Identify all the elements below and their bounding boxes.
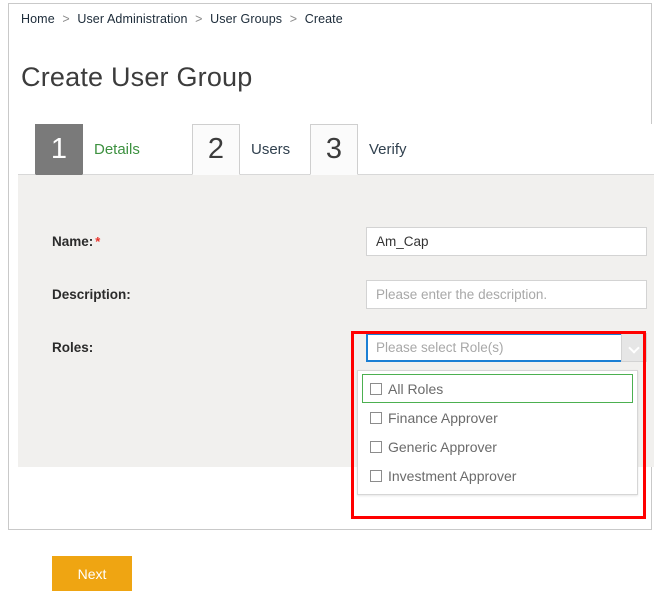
page-frame: Home > User Administration > User Groups… [8, 3, 652, 530]
roles-option-generic-approver[interactable]: Generic Approver [362, 432, 633, 461]
breadcrumb-separator: > [290, 12, 297, 26]
roles-option-label: Finance Approver [388, 411, 498, 425]
wizard-step-users[interactable]: 2 Users [192, 124, 290, 174]
breadcrumb-separator: > [195, 12, 202, 26]
chevron-down-icon [630, 343, 639, 352]
required-asterisk-icon: * [95, 234, 100, 249]
form-row-description: Description: [18, 280, 654, 310]
step-number-1: 1 [35, 124, 83, 174]
breadcrumb-item-user-administration[interactable]: User Administration [77, 12, 187, 26]
name-input[interactable] [366, 227, 647, 256]
page-title: Create User Group [21, 64, 253, 91]
form-row-roles: Roles: Please select Role(s) [18, 333, 654, 363]
wizard-step-label-verify: Verify [369, 142, 407, 157]
step-number-3: 3 [310, 124, 358, 174]
roles-option-label: All Roles [388, 382, 443, 396]
roles-option-label: Investment Approver [388, 469, 516, 483]
checkbox-unchecked-icon[interactable] [370, 412, 382, 424]
breadcrumb-item-create[interactable]: Create [305, 12, 343, 26]
step-number-2: 2 [192, 124, 240, 174]
roles-option-finance-approver[interactable]: Finance Approver [362, 403, 633, 432]
step-marker-3: 3 [310, 124, 358, 174]
roles-option-all-roles[interactable]: All Roles [362, 374, 633, 403]
roles-option-label: Generic Approver [388, 440, 497, 454]
step-marker-1: 1 [35, 124, 83, 174]
form-row-name: Name:* [18, 227, 654, 257]
wizard-step-details[interactable]: 1 Details [35, 124, 140, 174]
wizard-steps: 1 Details 2 Users 3 Verify [18, 124, 654, 175]
roles-input-placeholder[interactable]: Please select Role(s) [366, 333, 621, 362]
breadcrumb-item-user-groups[interactable]: User Groups [210, 12, 282, 26]
breadcrumb: Home > User Administration > User Groups… [21, 12, 343, 26]
roles-dropdown-list[interactable]: All Roles Finance Approver Generic Appro… [357, 370, 638, 495]
breadcrumb-item-home[interactable]: Home [21, 12, 55, 26]
roles-label: Roles: [52, 333, 93, 363]
checkbox-unchecked-icon[interactable] [370, 383, 382, 395]
wizard-step-label-users: Users [251, 142, 290, 157]
name-label-text: Name: [52, 234, 93, 249]
next-button[interactable]: Next [52, 556, 132, 591]
roles-dropdown-toggle[interactable] [621, 333, 647, 362]
roles-combobox[interactable]: Please select Role(s) [366, 333, 647, 362]
breadcrumb-separator: > [62, 12, 69, 26]
name-label: Name:* [52, 227, 100, 257]
wizard-step-label-details: Details [94, 142, 140, 157]
description-label: Description: [52, 280, 131, 310]
step-marker-2: 2 [192, 124, 240, 174]
description-input[interactable] [366, 280, 647, 309]
checkbox-unchecked-icon[interactable] [370, 441, 382, 453]
roles-option-investment-approver[interactable]: Investment Approver [362, 461, 633, 490]
checkbox-unchecked-icon[interactable] [370, 470, 382, 482]
wizard-step-verify[interactable]: 3 Verify [310, 124, 407, 174]
